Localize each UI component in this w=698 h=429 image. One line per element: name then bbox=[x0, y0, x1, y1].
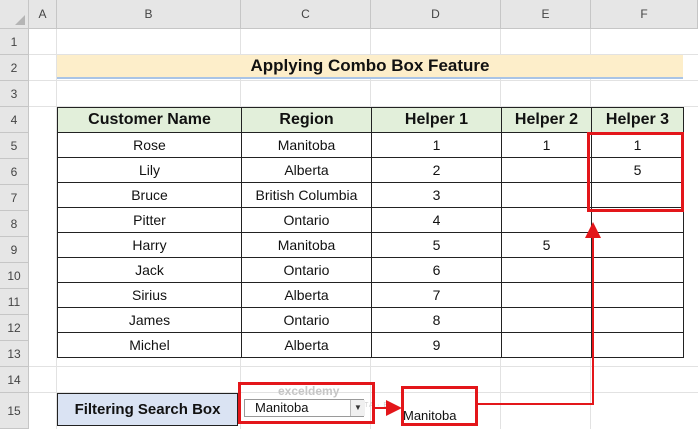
helper-3-highlight bbox=[587, 132, 684, 212]
cell-helper-1[interactable]: 6 bbox=[371, 257, 502, 283]
row-header-10[interactable]: 10 bbox=[0, 263, 29, 289]
cell-region[interactable]: Ontario bbox=[241, 207, 372, 233]
column-header-b[interactable]: B bbox=[57, 0, 241, 29]
cell-helper-2[interactable] bbox=[501, 332, 592, 358]
cell-customer-name[interactable]: Bruce bbox=[57, 182, 242, 208]
cell-helper-1[interactable]: 1 bbox=[371, 132, 502, 158]
cell-helper-1[interactable]: 7 bbox=[371, 282, 502, 308]
cell-helper-2[interactable] bbox=[501, 282, 592, 308]
cell-region[interactable]: Ontario bbox=[241, 307, 372, 333]
table-row: James Ontario 8 bbox=[57, 307, 684, 333]
table-row: Jack Ontario 6 bbox=[57, 257, 684, 283]
row-header-8[interactable]: 8 bbox=[0, 211, 29, 237]
cell-helper-3[interactable] bbox=[591, 232, 684, 258]
cell-helper-2[interactable] bbox=[501, 257, 592, 283]
row-header-3[interactable]: 3 bbox=[0, 81, 29, 107]
header-helper-2[interactable]: Helper 2 bbox=[501, 107, 592, 133]
cell-customer-name[interactable]: Michel bbox=[57, 332, 242, 358]
cell-region[interactable]: Manitoba bbox=[241, 132, 372, 158]
cell-customer-name[interactable]: Sirius bbox=[57, 282, 242, 308]
column-header-a[interactable]: A bbox=[29, 0, 57, 29]
cell-helper-2[interactable] bbox=[501, 307, 592, 333]
cell-customer-name[interactable]: Rose bbox=[57, 132, 242, 158]
spreadsheet: A B C D E F 1 2 3 4 5 6 7 8 9 10 11 12 1… bbox=[0, 0, 698, 429]
cell-helper-3[interactable] bbox=[591, 282, 684, 308]
cell-region[interactable]: Alberta bbox=[241, 332, 372, 358]
row-header-15[interactable]: 15 bbox=[0, 393, 29, 429]
cell-region[interactable]: Ontario bbox=[241, 257, 372, 283]
cell-customer-name[interactable]: Pitter bbox=[57, 207, 242, 233]
cell-customer-name[interactable]: Harry bbox=[57, 232, 242, 258]
cell-region[interactable]: Alberta bbox=[241, 157, 372, 183]
row-header-13[interactable]: 13 bbox=[0, 341, 29, 367]
cell-region[interactable]: British Columbia bbox=[241, 182, 372, 208]
cell-helper-1[interactable]: 4 bbox=[371, 207, 502, 233]
table-row: Michel Alberta 9 bbox=[57, 332, 684, 358]
row-header-5[interactable]: 5 bbox=[0, 133, 29, 159]
cell-helper-3[interactable] bbox=[591, 307, 684, 333]
cell-customer-name[interactable]: Jack bbox=[57, 257, 242, 283]
gridline bbox=[29, 80, 698, 81]
cell-helper-1[interactable]: 9 bbox=[371, 332, 502, 358]
cell-customer-name[interactable]: James bbox=[57, 307, 242, 333]
cell-region[interactable]: Alberta bbox=[241, 282, 372, 308]
column-header-c[interactable]: C bbox=[241, 0, 371, 29]
table-row: Harry Manitoba 5 5 bbox=[57, 232, 684, 258]
table-header-row: Customer Name Region Helper 1 Helper 2 H… bbox=[57, 107, 684, 133]
linked-cell-highlight bbox=[401, 386, 478, 426]
column-header-e[interactable]: E bbox=[501, 0, 591, 29]
cell-helper-1[interactable]: 5 bbox=[371, 232, 502, 258]
cell-helper-2[interactable]: 1 bbox=[501, 132, 592, 158]
row-header-1[interactable]: 1 bbox=[0, 29, 29, 55]
cell-helper-2[interactable] bbox=[501, 157, 592, 183]
cell-region[interactable]: Manitoba bbox=[241, 232, 372, 258]
row-header-4[interactable]: 4 bbox=[0, 107, 29, 133]
header-region[interactable]: Region bbox=[241, 107, 372, 133]
gridline bbox=[29, 366, 698, 367]
cell-helper-3[interactable] bbox=[591, 332, 684, 358]
cell-helper-2[interactable] bbox=[501, 182, 592, 208]
column-header-f[interactable]: F bbox=[591, 0, 698, 29]
cell-helper-2[interactable]: 5 bbox=[501, 232, 592, 258]
row-header-12[interactable]: 12 bbox=[0, 315, 29, 341]
cell-customer-name[interactable]: Lily bbox=[57, 157, 242, 183]
cell-helper-1[interactable]: 8 bbox=[371, 307, 502, 333]
select-all-corner[interactable] bbox=[0, 0, 29, 29]
row-header-2[interactable]: 2 bbox=[0, 55, 29, 81]
filter-search-label: Filtering Search Box bbox=[57, 393, 238, 426]
cell-helper-1[interactable]: 3 bbox=[371, 182, 502, 208]
column-header-d[interactable]: D bbox=[371, 0, 501, 29]
cell-helper-2[interactable] bbox=[501, 207, 592, 233]
header-helper-1[interactable]: Helper 1 bbox=[371, 107, 502, 133]
row-header-14[interactable]: 14 bbox=[0, 367, 29, 393]
header-helper-3[interactable]: Helper 3 bbox=[591, 107, 684, 133]
row-header-7[interactable]: 7 bbox=[0, 185, 29, 211]
row-header-9[interactable]: 9 bbox=[0, 237, 29, 263]
combo-box-highlight bbox=[238, 382, 375, 424]
cell-helper-1[interactable]: 2 bbox=[371, 157, 502, 183]
header-customer-name[interactable]: Customer Name bbox=[57, 107, 242, 133]
row-header-6[interactable]: 6 bbox=[0, 159, 29, 185]
sheet-title[interactable]: Applying Combo Box Feature bbox=[57, 55, 683, 79]
table-row: Sirius Alberta 7 bbox=[57, 282, 684, 308]
row-header-11[interactable]: 11 bbox=[0, 289, 29, 315]
cell-helper-3[interactable] bbox=[591, 257, 684, 283]
